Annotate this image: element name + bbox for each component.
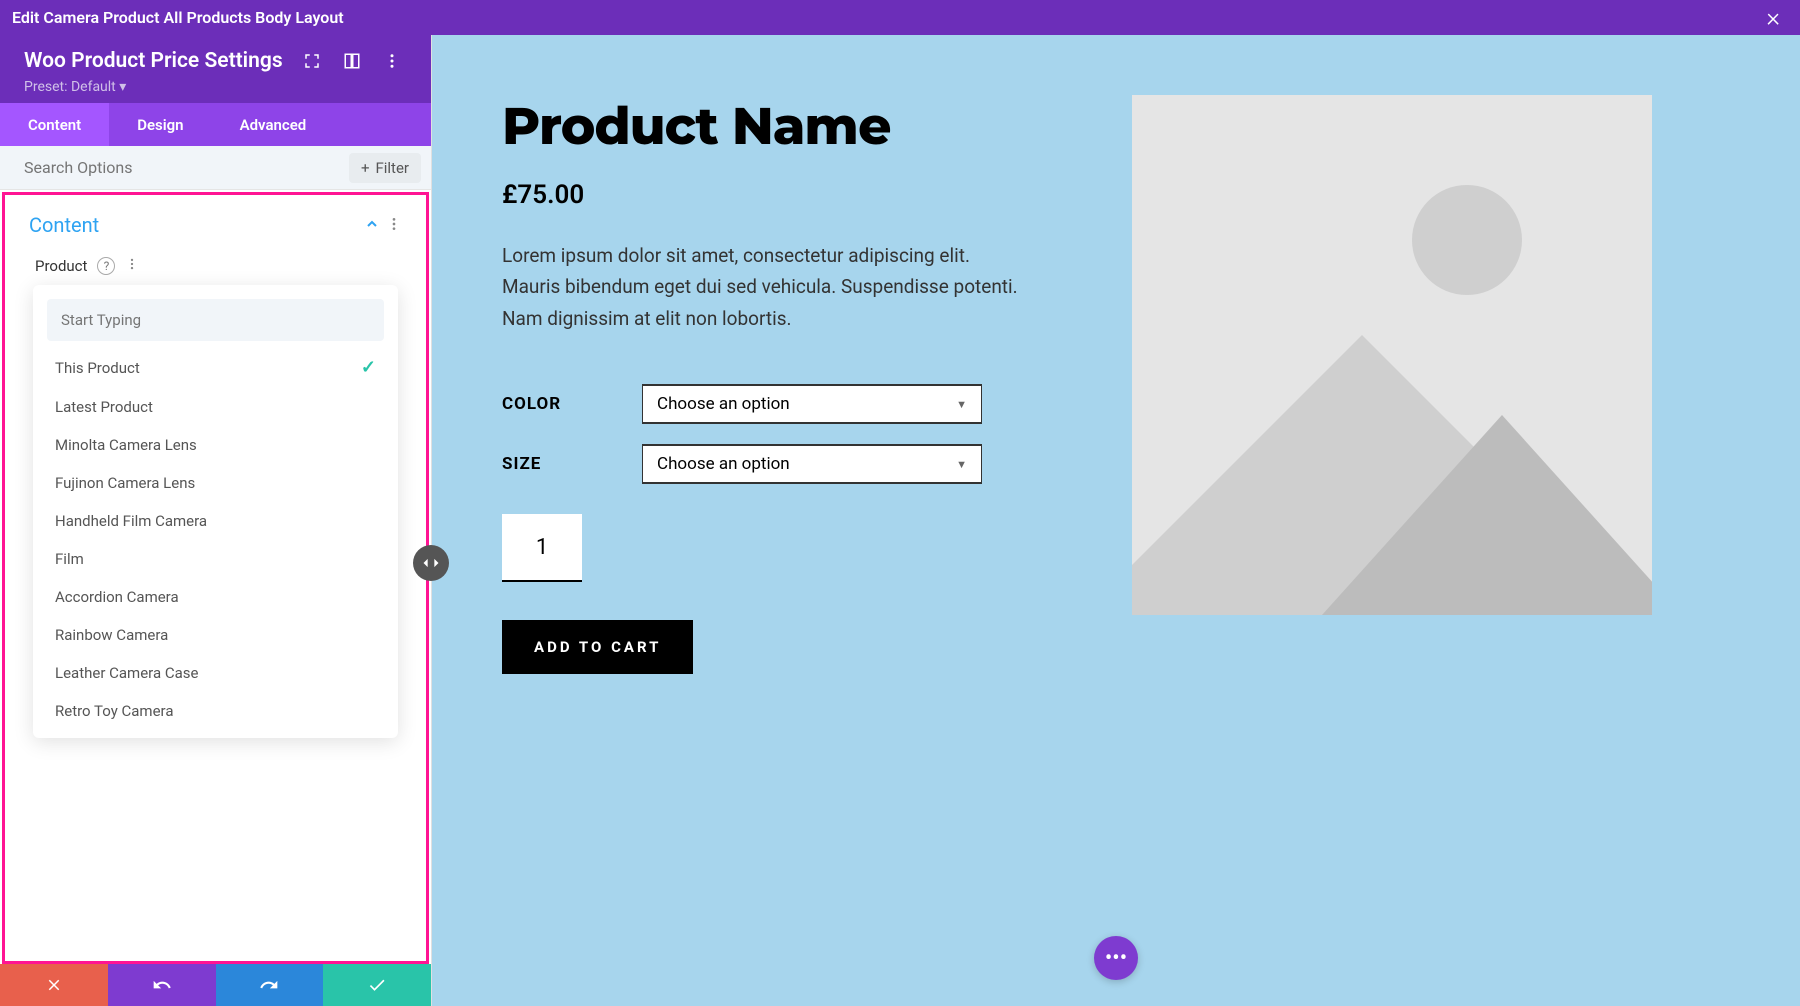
section-header[interactable]: Content bbox=[5, 195, 426, 249]
product-title: Product Name bbox=[502, 95, 1032, 158]
redo-button[interactable] bbox=[216, 964, 324, 1006]
chevron-up-icon[interactable] bbox=[364, 213, 380, 237]
dropdown-item[interactable]: Rainbow Camera bbox=[47, 616, 384, 654]
cancel-button[interactable] bbox=[0, 964, 108, 1006]
settings-sidebar: Woo Product Price Settings Preset: Defau… bbox=[0, 35, 432, 1006]
columns-icon[interactable] bbox=[341, 50, 363, 72]
settings-title: Woo Product Price Settings bbox=[24, 49, 283, 73]
search-row: + Filter bbox=[0, 146, 431, 190]
content-section-highlight: Content Product ? bbox=[2, 192, 429, 964]
undo-button[interactable] bbox=[108, 964, 216, 1006]
resize-handle[interactable] bbox=[413, 545, 449, 581]
field-label: Product bbox=[35, 257, 87, 275]
size-label: SIZE bbox=[502, 454, 642, 474]
dropdown-search-input[interactable] bbox=[47, 299, 384, 341]
chevron-down-icon: ▾ bbox=[119, 79, 126, 95]
tab-design[interactable]: Design bbox=[109, 103, 211, 146]
product-dropdown: This Product✓Latest ProductMinolta Camer… bbox=[33, 285, 398, 738]
settings-header: Woo Product Price Settings Preset: Defau… bbox=[0, 35, 431, 103]
dropdown-item[interactable]: Latest Product bbox=[47, 388, 384, 426]
sidebar-footer bbox=[0, 964, 431, 1006]
plus-icon: + bbox=[361, 159, 370, 177]
add-to-cart-button[interactable]: ADD TO CART bbox=[502, 620, 693, 674]
dropdown-item[interactable]: Accordion Camera bbox=[47, 578, 384, 616]
page-title: Edit Camera Product All Products Body La… bbox=[12, 8, 1758, 27]
close-icon[interactable]: × bbox=[1758, 3, 1788, 33]
color-label: COLOR bbox=[502, 394, 642, 414]
fab-more-button[interactable]: ••• bbox=[1094, 936, 1138, 980]
dropdown-item[interactable]: Fujinon Camera Lens bbox=[47, 464, 384, 502]
dropdown-item[interactable]: Film bbox=[47, 540, 384, 578]
quantity-input[interactable]: 1 bbox=[502, 514, 582, 582]
product-description: Lorem ipsum dolor sit amet, consectetur … bbox=[502, 240, 1032, 334]
search-input[interactable] bbox=[24, 158, 349, 177]
preset-selector[interactable]: Preset: Default ▾ bbox=[24, 79, 407, 95]
check-icon: ✓ bbox=[361, 357, 376, 378]
dropdown-item[interactable]: This Product✓ bbox=[47, 347, 384, 388]
product-image-placeholder bbox=[1132, 95, 1652, 615]
dropdown-item[interactable]: Leather Camera Case bbox=[47, 654, 384, 692]
dropdown-item[interactable]: Handheld Film Camera bbox=[47, 502, 384, 540]
tabs: Content Design Advanced bbox=[0, 103, 431, 146]
expand-icon[interactable] bbox=[301, 50, 323, 72]
tab-advanced[interactable]: Advanced bbox=[212, 103, 335, 146]
help-icon[interactable]: ? bbox=[97, 257, 115, 275]
more-vertical-icon[interactable] bbox=[381, 50, 403, 72]
chevron-down-icon: ▼ bbox=[956, 398, 967, 411]
field-label-row: Product ? bbox=[5, 249, 426, 285]
product-price: £75.00 bbox=[502, 180, 1032, 210]
save-button[interactable] bbox=[323, 964, 431, 1006]
preview-canvas: Product Name £75.00 Lorem ipsum dolor si… bbox=[432, 35, 1800, 1006]
dropdown-item[interactable]: Retro Toy Camera bbox=[47, 692, 384, 730]
color-select[interactable]: Choose an option ▼ bbox=[642, 384, 982, 424]
dropdown-item[interactable]: Minolta Camera Lens bbox=[47, 426, 384, 464]
chevron-down-icon: ▼ bbox=[956, 458, 967, 471]
top-bar: Edit Camera Product All Products Body La… bbox=[0, 0, 1800, 35]
size-select[interactable]: Choose an option ▼ bbox=[642, 444, 982, 484]
filter-button[interactable]: + Filter bbox=[349, 153, 421, 183]
section-title: Content bbox=[29, 213, 364, 237]
more-vertical-icon[interactable] bbox=[125, 257, 139, 275]
more-vertical-icon[interactable] bbox=[386, 213, 402, 237]
tab-content[interactable]: Content bbox=[0, 103, 109, 146]
main-area: Woo Product Price Settings Preset: Defau… bbox=[0, 35, 1800, 1006]
